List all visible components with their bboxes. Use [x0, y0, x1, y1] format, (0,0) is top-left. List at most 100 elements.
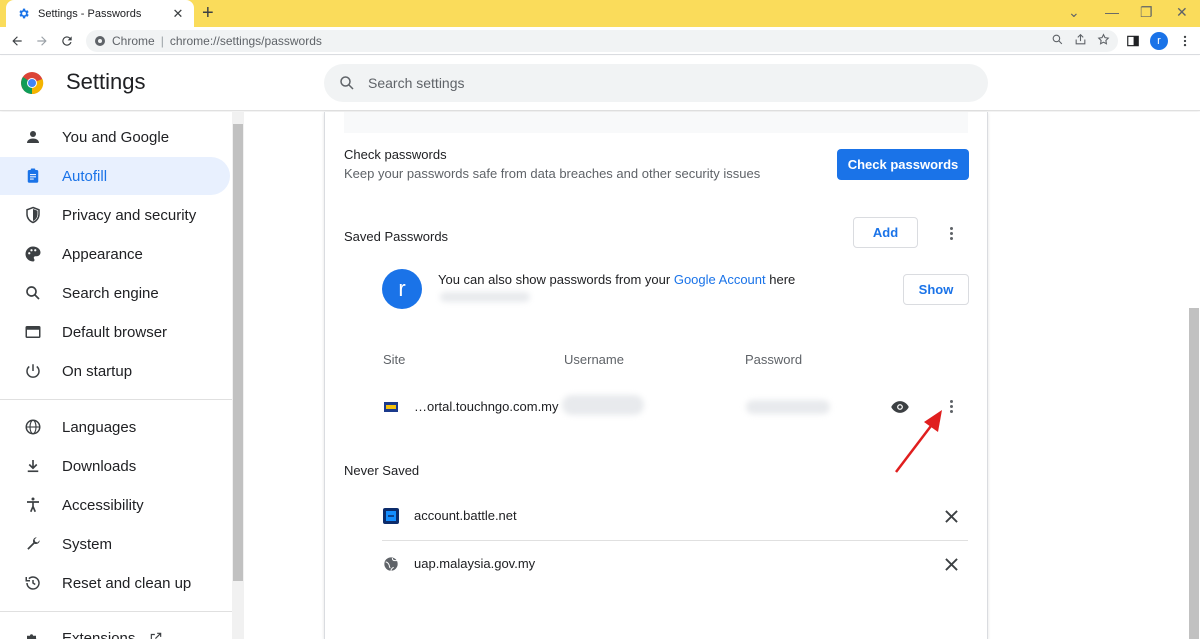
search-input[interactable]: [368, 75, 928, 91]
check-passwords-description: Keep your passwords safe from data breac…: [344, 166, 761, 181]
bookmark-star-icon[interactable]: [1097, 33, 1110, 49]
omnibox-separator: |: [160, 34, 164, 48]
sidebar-item-extensions[interactable]: Extensions: [0, 619, 230, 639]
browser-toolbar: Chrome | chrome://settings/passwords r: [0, 27, 1200, 55]
sidebar-item-reset[interactable]: Reset and clean up: [0, 564, 230, 602]
accessibility-icon: [22, 494, 44, 516]
saved-site-url[interactable]: …ortal.touchngo.com.my: [414, 399, 559, 414]
saved-passwords-more-icon[interactable]: [941, 221, 961, 245]
profile-avatar[interactable]: r: [1150, 32, 1168, 50]
sidebar-scrollbar-thumb[interactable]: [233, 124, 243, 581]
account-message-prefix: You can also show passwords from your: [438, 272, 671, 287]
sidebar-item-system[interactable]: System: [0, 525, 230, 563]
annotation-arrow-icon: [895, 410, 942, 473]
sidebar-item-you-and-google[interactable]: You and Google: [0, 118, 230, 156]
download-icon: [22, 455, 44, 477]
close-window-icon[interactable]: ✕: [1176, 4, 1188, 21]
sidebar-item-downloads[interactable]: Downloads: [0, 447, 230, 485]
sidebar-item-default-browser[interactable]: Default browser: [0, 313, 230, 351]
new-tab-icon[interactable]: +: [202, 2, 214, 25]
browser-tab[interactable]: Settings - Passwords ✕: [6, 0, 194, 27]
search-icon: [338, 74, 356, 92]
browser-menu-icon[interactable]: [1174, 30, 1196, 52]
address-bar[interactable]: Chrome | chrome://settings/passwords: [86, 30, 1118, 52]
history-icon: [22, 572, 44, 594]
sidebar-item-on-startup[interactable]: On startup: [0, 352, 230, 390]
reload-icon[interactable]: [56, 30, 78, 52]
share-icon[interactable]: [1074, 33, 1087, 49]
sidebar-divider: [0, 399, 232, 400]
row-divider: [382, 540, 968, 541]
google-account-link[interactable]: Google Account: [674, 272, 766, 287]
saved-passwords-heading: Saved Passwords: [344, 229, 449, 244]
sidebar-item-languages[interactable]: Languages: [0, 408, 230, 446]
browser-window-icon: [22, 321, 44, 343]
tab-title: Settings - Passwords: [38, 7, 142, 20]
chrome-site-icon: [94, 35, 106, 47]
shield-icon: [22, 204, 44, 226]
sidebar-item-label: Appearance: [62, 245, 143, 263]
browser-titlebar: Settings - Passwords ✕ + ⌄ — ❐ ✕: [0, 0, 1200, 27]
add-password-button[interactable]: Add: [853, 217, 918, 248]
account-message-suffix: here: [769, 272, 796, 287]
account-storage-message: You can also show passwords from your Go…: [438, 272, 795, 287]
site-favicon-icon: [384, 402, 398, 412]
chevron-down-icon[interactable]: ⌄: [1068, 4, 1080, 21]
sidebar-item-label: Extensions: [62, 629, 136, 639]
clipboard-icon: [22, 165, 44, 187]
sidebar-item-search-engine[interactable]: Search engine: [0, 274, 230, 312]
sidebar-item-label: System: [62, 535, 113, 553]
column-header-username: Username: [564, 352, 624, 367]
gear-icon: [16, 7, 30, 21]
globe-icon: [383, 556, 399, 572]
remove-exception-close-icon[interactable]: [941, 506, 961, 526]
globe-icon: [22, 416, 44, 438]
check-passwords-button[interactable]: Check passwords: [837, 149, 969, 180]
sidebar-item-label: Accessibility: [62, 496, 144, 514]
settings-header: Settings: [0, 56, 1200, 111]
show-account-passwords-button[interactable]: Show: [903, 274, 969, 305]
back-icon[interactable]: [6, 30, 28, 52]
sidebar-item-accessibility[interactable]: Accessibility: [0, 486, 230, 524]
previous-section-edge: [344, 112, 968, 133]
sidebar-item-appearance[interactable]: Appearance: [0, 235, 230, 273]
palette-icon: [22, 243, 44, 265]
sidebar-item-label: Languages: [62, 418, 137, 436]
sidebar-divider: [0, 611, 232, 612]
account-avatar: r: [382, 269, 422, 309]
sidebar-item-label: You and Google: [62, 128, 170, 146]
side-panel-icon[interactable]: [1122, 30, 1144, 52]
sidebar-item-label: Reset and clean up: [62, 574, 192, 592]
sidebar-item-label: Default browser: [62, 323, 168, 341]
settings-search-box[interactable]: [324, 64, 988, 102]
tab-close-icon[interactable]: ✕: [170, 6, 186, 22]
sidebar-item-label: Autofill: [62, 167, 108, 185]
check-passwords-title: Check passwords: [344, 147, 447, 162]
wrench-icon: [22, 533, 44, 555]
column-header-site: Site: [383, 352, 406, 367]
person-icon: [22, 126, 44, 148]
settings-sidebar: You and Google Autofill Privacy and secu…: [0, 112, 232, 639]
remove-exception-close-icon[interactable]: [941, 554, 961, 574]
sidebar-item-autofill[interactable]: Autofill: [0, 157, 230, 195]
column-header-password: Password: [745, 352, 803, 367]
omnibox-url: chrome://settings/passwords: [169, 34, 322, 48]
forward-icon[interactable]: [31, 30, 53, 52]
open-in-new-icon: [149, 631, 163, 639]
redacted-username: [562, 395, 644, 415]
never-saved-heading: Never Saved: [344, 463, 420, 478]
redacted-password: [746, 400, 830, 414]
sidebar-item-label: On startup: [62, 362, 133, 380]
search-icon: [22, 282, 44, 304]
zoom-icon[interactable]: [1051, 33, 1064, 49]
never-saved-site: account.battle.net: [414, 508, 517, 523]
power-icon: [22, 360, 44, 382]
sidebar-item-label: Search engine: [62, 284, 159, 302]
minimize-icon[interactable]: —: [1105, 4, 1119, 20]
sidebar-item-label: Downloads: [62, 457, 137, 475]
sidebar-item-privacy[interactable]: Privacy and security: [0, 196, 230, 234]
page-title: Settings: [66, 69, 146, 94]
sidebar-item-label: Privacy and security: [62, 206, 197, 224]
main-scrollbar-thumb[interactable]: [1189, 308, 1199, 639]
restore-icon[interactable]: ❐: [1140, 4, 1153, 21]
